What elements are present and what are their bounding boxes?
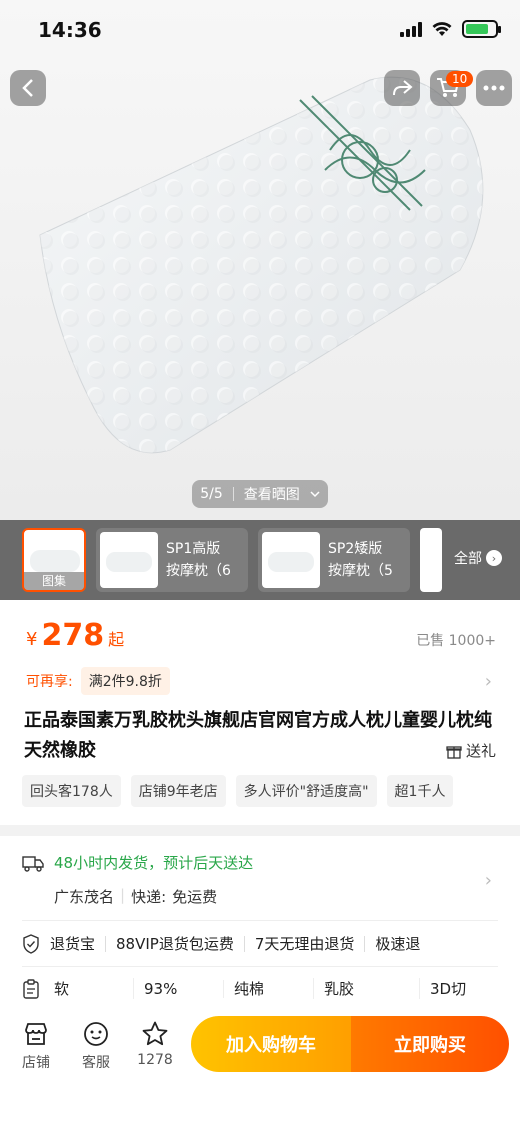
divider	[364, 935, 366, 952]
divider	[243, 935, 245, 952]
sku-option-partial[interactable]	[420, 528, 442, 592]
param-value: 93%	[144, 979, 224, 998]
store-icon	[25, 1023, 47, 1045]
chevron-right-icon: ›	[484, 870, 492, 891]
signal-icon	[400, 21, 422, 37]
sku-option-sp2[interactable]: SP2矮版 按摩枕（5	[258, 528, 410, 592]
divider	[232, 487, 234, 501]
price-suffix: 起	[108, 630, 125, 649]
product-image-gallery[interactable]: 14:36 10 5/5 查看晒图	[0, 0, 520, 520]
clipboard-icon	[23, 978, 39, 999]
express-value: 免运费	[172, 888, 218, 906]
highlight-tag[interactable]: 店铺9年老店	[130, 775, 226, 807]
highlight-tag[interactable]: 超1千人	[386, 775, 454, 807]
gift-icon	[446, 745, 462, 759]
params-row[interactable]: 软 93% 纯棉 乳胶 3D切	[22, 978, 520, 999]
sku-option-line2: 按摩枕（5	[328, 563, 393, 579]
param-value: 纯棉	[234, 978, 314, 999]
promo-row[interactable]: 可再享: 满2件9.8折	[26, 667, 170, 695]
chevron-right-icon: ›	[484, 671, 492, 692]
sold-count: 已售 1000+	[416, 633, 496, 649]
shipping-details: 广东茂名 | 快递: 免运费	[54, 886, 218, 906]
currency-symbol: ¥	[26, 629, 38, 650]
guarantee-item: 7天无理由退货	[254, 935, 355, 953]
thumb-gallery[interactable]: 图集	[22, 528, 86, 592]
chevron-down-icon	[310, 491, 320, 498]
guarantee-item: 88VIP退货包运费	[116, 935, 234, 953]
chevron-right-icon: ›	[486, 550, 502, 566]
sku-thumb-image	[100, 532, 158, 588]
shield-icon	[23, 933, 39, 954]
share-icon	[393, 80, 413, 96]
more-button[interactable]	[476, 70, 512, 106]
highlight-tags: 回头客178人 店铺9年老店 多人评价"舒适度高" 超1千人	[22, 775, 520, 807]
chevron-left-icon	[22, 79, 33, 97]
image-index: 5/5	[200, 486, 223, 502]
param-value: 软	[54, 978, 134, 999]
divider	[22, 966, 498, 967]
divider	[105, 935, 107, 952]
cart-count-badge: 10	[446, 71, 474, 87]
param-value: 3D切	[430, 980, 467, 998]
image-counter[interactable]: 5/5 查看晒图	[192, 480, 328, 508]
truck-icon	[22, 855, 44, 872]
guarantee-item: 极速退	[375, 935, 421, 953]
highlight-tag[interactable]: 多人评价"舒适度高"	[235, 775, 377, 807]
share-button[interactable]	[384, 70, 420, 106]
all-skus-link[interactable]: 全部 ›	[454, 548, 502, 568]
sku-thumbnail-strip: 图集 SP1高版 按摩枕（6 SP2矮版 按摩枕（5	[0, 520, 520, 600]
express-label: 快递:	[131, 888, 167, 906]
all-skus-label: 全部	[454, 551, 482, 567]
status-icons	[400, 20, 501, 38]
price: ¥ 278 起	[26, 618, 124, 653]
shop-label: 店铺	[22, 1055, 50, 1071]
status-time: 14:36	[38, 18, 102, 42]
customer-service-button[interactable]: 客服	[74, 1020, 118, 1072]
shipping-headline: 48小时内发货，预计后天送达	[54, 854, 254, 872]
sku-option-line1: SP2矮版	[328, 541, 383, 557]
sku-option-sp1[interactable]: SP1高版 按摩枕（6	[96, 528, 248, 592]
battery-icon	[462, 20, 501, 38]
favorite-button[interactable]: 1278	[133, 1020, 177, 1068]
pillow-product-image	[39, 76, 484, 454]
highlight-tag[interactable]: 回头客178人	[22, 775, 121, 807]
guarantee-row[interactable]: 退货宝 88VIP退货包运费 7天无理由退货 极速退	[22, 933, 420, 954]
divider	[22, 920, 498, 921]
add-to-cart-button[interactable]: 加入购物车	[191, 1016, 351, 1072]
guarantee-item: 退货宝	[50, 935, 96, 953]
sku-option-line1: SP1高版	[166, 541, 221, 557]
shipping-row[interactable]: 48小时内发货，预计后天送达	[22, 852, 253, 873]
view-reviews-photos-link[interactable]: 查看晒图	[244, 484, 300, 504]
star-icon	[142, 1021, 168, 1046]
wifi-icon	[432, 22, 452, 36]
sku-thumb-image	[262, 532, 320, 588]
chat-face-icon	[84, 1022, 108, 1046]
gift-button[interactable]: 送礼	[446, 740, 496, 761]
more-dots-icon	[483, 85, 505, 91]
param-value: 乳胶	[324, 978, 420, 999]
sku-option-line2: 按摩枕（6	[166, 563, 231, 579]
status-bar: 14:36	[0, 0, 520, 60]
shop-button[interactable]: 店铺	[14, 1020, 58, 1072]
back-button[interactable]	[10, 70, 46, 106]
buy-now-button[interactable]: 立即购买	[351, 1016, 509, 1072]
product-title: 正品泰国素万乳胶枕头旗舰店官网官方成人枕儿童婴儿枕纯天然橡胶	[24, 710, 492, 761]
thumb-gallery-caption: 图集	[24, 572, 84, 590]
promo-tag: 满2件9.8折	[80, 667, 170, 695]
shipping-origin: 广东茂名	[54, 888, 115, 906]
promo-label: 可再享:	[26, 674, 73, 690]
service-label: 客服	[82, 1055, 110, 1071]
gift-label: 送礼	[465, 742, 496, 760]
price-value: 278	[41, 618, 105, 653]
favorite-count: 1278	[137, 1052, 173, 1068]
thumb-pillow-image	[30, 550, 80, 572]
